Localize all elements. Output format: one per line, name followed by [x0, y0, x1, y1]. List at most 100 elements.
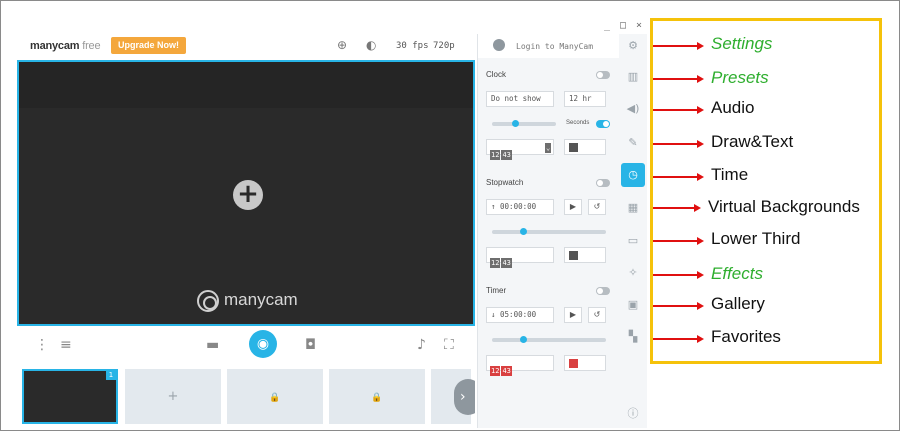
arrow-audio [653, 109, 698, 111]
more-options-icon[interactable]: ⋮ [35, 337, 49, 353]
brightness-icon[interactable]: ◐ [366, 38, 376, 52]
maximize-button[interactable]: □ [620, 20, 626, 31]
arrow-presets [653, 78, 698, 80]
clock-size-slider[interactable] [492, 120, 556, 127]
slider-knob[interactable] [520, 336, 527, 343]
color-swatch [569, 359, 578, 368]
timer-section: Timer ↓ 05:00:00 ▶ ↺ 12 43 [482, 280, 616, 380]
info-icon[interactable]: ⓘ [619, 402, 647, 426]
snapshot-camera-icon[interactable]: ◘ [305, 337, 316, 353]
clock-format-select[interactable]: 12 43 ⌄ [486, 139, 554, 160]
clock-show-select[interactable]: Do not show [486, 91, 554, 107]
up-arrow-icon: ↑ [491, 202, 501, 211]
arrow-time [653, 176, 698, 178]
fullscreen-icon[interactable]: ⛶ [444, 337, 454, 353]
stopwatch-reset-button[interactable]: ↺ [588, 199, 606, 215]
thumbnail-add[interactable]: + [125, 369, 221, 424]
lock-icon: 🔒 [269, 393, 281, 403]
color-swatch [569, 143, 578, 152]
gallery-icon[interactable]: ▣ [619, 293, 647, 317]
login-label: Login to ManyCam [516, 42, 594, 51]
slider-knob[interactable] [520, 228, 527, 235]
seconds-toggle[interactable] [596, 120, 610, 128]
settings-gear-icon[interactable]: ⚙ [619, 34, 647, 58]
clock-title: Clock [486, 70, 507, 79]
broadcast-button[interactable]: ◉ [249, 330, 277, 358]
preview-top-band [19, 62, 473, 108]
zoom-icon[interactable]: ⊕ [337, 38, 347, 52]
microphone-icon[interactable]: ♪ [417, 337, 426, 353]
manycam-watermark-text: manycam [224, 290, 298, 309]
arrow-virtual-backgrounds [653, 207, 695, 209]
draw-text-icon[interactable]: ✎ [619, 131, 647, 155]
stopwatch-color-select[interactable] [564, 247, 606, 263]
slider-knob[interactable] [512, 120, 519, 127]
favorites-icon[interactable]: ▚ [619, 325, 647, 349]
scroll-right-arrow[interactable]: › [454, 379, 475, 415]
timer-play-button[interactable]: ▶ [564, 307, 582, 323]
annotation-effects: Effects [711, 264, 763, 283]
color-swatch [569, 251, 578, 260]
down-arrow-icon: ↓ [491, 310, 501, 319]
timer-time-field[interactable]: ↓ 05:00:00 [486, 307, 554, 323]
user-icon [493, 39, 505, 51]
stopwatch-format-select[interactable]: 12 43 [486, 247, 554, 268]
effects-wand-icon[interactable]: ✧ [619, 261, 647, 285]
clock-hour-select[interactable]: 12 hr [564, 91, 606, 107]
timer-toggle[interactable] [596, 287, 610, 295]
login-row[interactable]: Login to ManyCam [478, 34, 620, 58]
lock-icon: 🔒 [371, 393, 383, 403]
clock-toggle[interactable] [596, 71, 610, 79]
virtual-backgrounds-icon[interactable]: ▦ [619, 196, 647, 220]
audio-speaker-icon[interactable]: ◀) [619, 97, 647, 121]
minimize-button[interactable]: _ [604, 20, 610, 31]
arrow-effects [653, 274, 698, 276]
add-source-button[interactable]: + [233, 180, 263, 210]
stopwatch-section: Stopwatch ↑ 00:00:00 ▶ ↺ 12 43 [482, 172, 616, 272]
annotation-lower-third: Lower Third [711, 229, 801, 248]
close-button[interactable]: × [636, 20, 642, 31]
arrow-lower-third [653, 240, 698, 242]
playlist-icon[interactable]: ≡ [60, 337, 72, 353]
stopwatch-time-field[interactable]: ↑ 00:00:00 [486, 199, 554, 215]
annotation-draw-text: Draw&Text [711, 132, 794, 151]
annotation-audio: Audio [711, 98, 755, 117]
annotation-favorites: Favorites [711, 327, 781, 346]
annotation-presets: Presets [711, 68, 769, 87]
annotation-settings: Settings [711, 34, 773, 53]
time-clock-icon[interactable]: ◷ [621, 163, 645, 187]
timer-format-select[interactable]: 12 43 [486, 355, 554, 376]
broadcast-icon: ◉ [256, 336, 270, 352]
time-settings-panel: Login to ManyCam Clock Do not show 12 hr… [477, 34, 620, 428]
manycam-watermark-icon [197, 290, 219, 312]
arrow-draw-text [653, 143, 698, 145]
app-logo: manycam free [30, 40, 101, 52]
thumbnail-locked[interactable]: 🔒 [329, 369, 425, 424]
arrow-settings [653, 45, 698, 47]
stopwatch-size-slider[interactable] [492, 228, 606, 235]
stopwatch-title: Stopwatch [486, 178, 524, 187]
fps-selector[interactable]: 30 fps [396, 41, 429, 51]
timer-size-slider[interactable] [492, 336, 606, 343]
presets-icon[interactable]: ▥ [619, 65, 647, 89]
timer-color-select[interactable] [564, 355, 606, 371]
clock-color-select[interactable] [564, 139, 606, 155]
lower-third-icon[interactable]: ▭ [619, 229, 647, 253]
annotation-gallery: Gallery [711, 294, 765, 313]
arrow-gallery [653, 305, 698, 307]
annotation-virtual-backgrounds: Virtual Backgrounds [708, 197, 860, 216]
upgrade-button[interactable]: Upgrade Now! [111, 37, 187, 54]
stopwatch-play-button[interactable]: ▶ [564, 199, 582, 215]
resolution-selector[interactable]: 720p [433, 41, 455, 51]
thumbnail-locked[interactable]: 🔒 [227, 369, 323, 424]
stopwatch-toggle[interactable] [596, 179, 610, 187]
thumbnail-active[interactable]: 1 [22, 369, 118, 424]
feature-rail: ⚙ ▥ ◀) ✎ ◷ ▦ ▭ ✧ ▣ ▚ ⓘ [619, 34, 647, 428]
source-thumbnails: 1 + 🔒 🔒 › [17, 367, 475, 427]
seconds-label: Seconds [566, 120, 590, 126]
video-preview[interactable]: + manycam [17, 60, 475, 326]
timer-reset-button[interactable]: ↺ [588, 307, 606, 323]
thumbnail-badge: 1 [106, 371, 116, 380]
arrow-favorites [653, 338, 698, 340]
video-camera-icon[interactable]: ▬ [206, 337, 219, 353]
